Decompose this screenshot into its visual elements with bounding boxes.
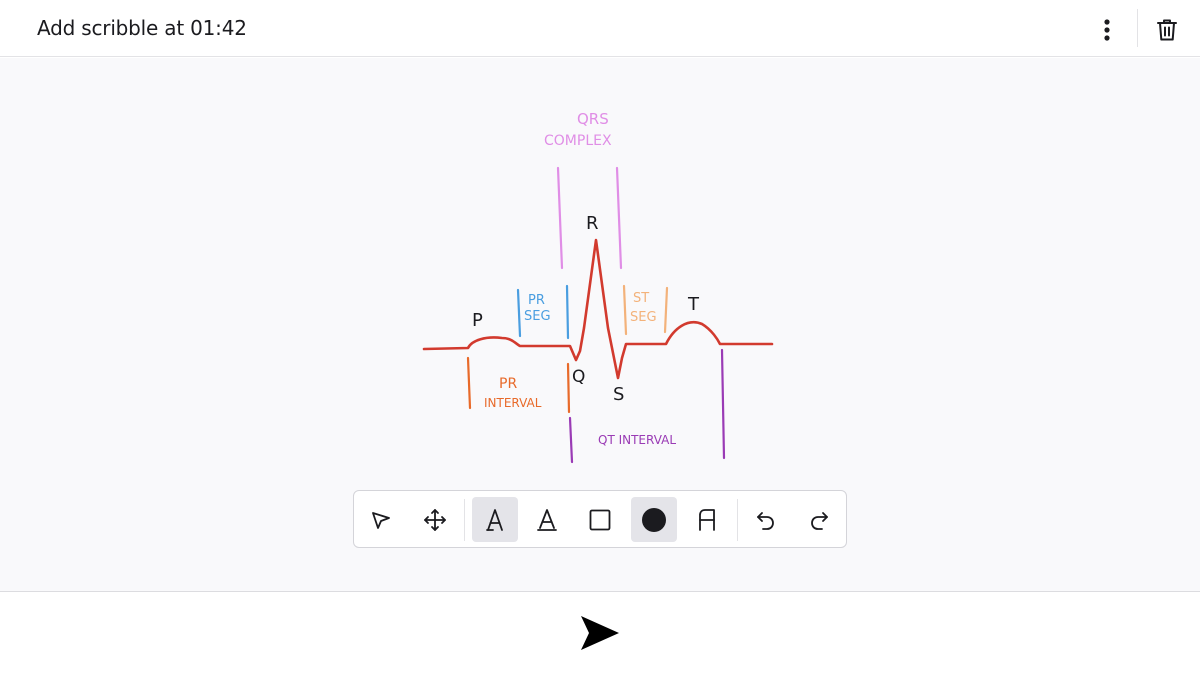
drawing-toolbar [353,490,847,548]
pr-seg-label-line1: PR [528,293,545,308]
select-tool[interactable] [358,497,404,542]
q-wave-label: Q [572,367,585,387]
pointer-icon [372,511,390,529]
move-tool[interactable] [412,497,458,542]
delete-button[interactable] [1150,12,1184,48]
send-icon [581,616,619,650]
font-tool[interactable] [684,497,730,542]
page-title: Add scribble at 01:42 [37,16,247,40]
pr-interval-label-line1: PR [499,376,517,392]
color-tool[interactable] [631,497,677,542]
redo-icon [811,511,828,530]
send-button[interactable] [576,611,624,655]
r-wave-label: R [586,213,599,234]
qrs-label-line1: QRS [577,110,609,128]
toolbar-divider [464,499,465,541]
qt-interval-label: QT INTERVAL [598,433,676,447]
header-divider [1137,9,1138,47]
toolbar-divider [737,499,738,541]
text-outline-tool[interactable] [524,497,570,542]
text-outline-icon [537,508,557,531]
pr-interval-label-line2: INTERVAL [484,396,542,410]
redo-tool[interactable] [796,497,842,542]
color-circle-icon [642,507,666,532]
undo-icon [757,511,774,530]
pr-seg-label-line2: SEG [524,309,551,324]
qrs-label-line2: COMPLEX [544,133,612,149]
ecg-waveform [422,238,774,380]
ecg-scribble: QRS COMPLEX PR SEG ST SEG PR INTERVAL QT… [422,110,774,464]
scribble-canvas[interactable]: QRS COMPLEX PR SEG ST SEG PR INTERVAL QT… [0,58,1200,592]
p-wave-label: P [472,310,483,331]
move-icon [424,508,446,531]
text-tool[interactable] [472,497,518,542]
trash-icon [1157,19,1177,41]
square-icon [589,509,611,530]
s-wave-label: S [613,384,624,405]
rectangle-tool[interactable] [577,497,623,542]
more-options-button[interactable] [1090,12,1124,48]
st-seg-label-line1: ST [633,291,649,306]
more-vertical-icon [1104,19,1110,41]
header: Add scribble at 01:42 [0,0,1200,57]
text-a-icon [486,508,503,531]
font-icon [699,508,715,531]
t-wave-label: T [687,294,700,315]
st-seg-label-line2: SEG [630,310,657,325]
footer [0,593,1200,675]
undo-tool[interactable] [743,497,789,542]
